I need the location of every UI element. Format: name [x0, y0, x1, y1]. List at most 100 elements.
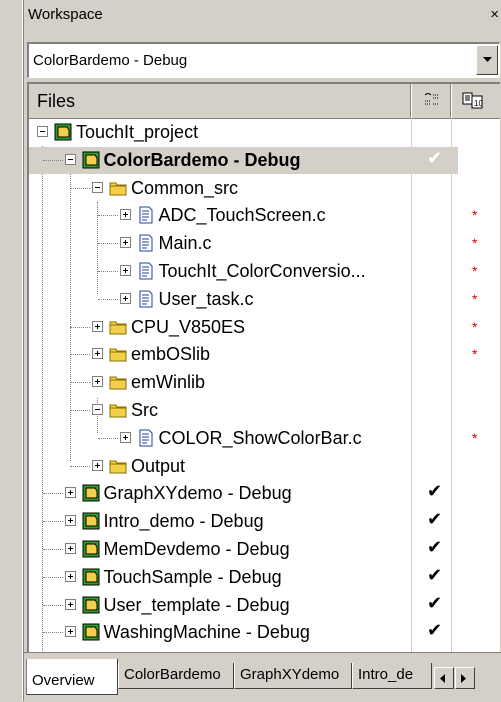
- tree-item[interactable]: ADC_TouchScreen.c *: [29, 202, 500, 229]
- folder-icon: [109, 457, 127, 475]
- tree-item[interactable]: User_task.c *: [29, 286, 500, 313]
- modified-marker: *: [472, 207, 478, 224]
- tree-guide: [42, 632, 63, 634]
- expand-icon[interactable]: [119, 265, 131, 276]
- expand-icon[interactable]: [64, 487, 76, 499]
- tree-item-label: CPU_V850ES: [131, 316, 246, 337]
- tree-item-label: ColorBardemo - Debug: [103, 149, 301, 170]
- configuration-select[interactable]: ColorBardemo - Debug: [27, 42, 500, 78]
- close-icon[interactable]: ×: [490, 6, 499, 23]
- folder-icon: [109, 373, 127, 391]
- collapse-icon[interactable]: [92, 404, 103, 415]
- arrow-right-icon: [461, 674, 466, 683]
- expand-icon[interactable]: [64, 515, 76, 527]
- make-status-column-header[interactable]: [411, 84, 450, 117]
- tab-intro-demo[interactable]: Intro_de: [352, 663, 432, 689]
- tree-item[interactable]: CPU_V850ES *: [29, 314, 500, 341]
- tree-item-label: TouchIt_ColorConversio...: [158, 261, 366, 281]
- folder-icon: [109, 401, 127, 419]
- tree-guide: [42, 521, 63, 523]
- collapse-icon[interactable]: [64, 153, 76, 165]
- tab-scroll-left-button[interactable]: [434, 667, 454, 689]
- tree-item[interactable]: TouchIt_ColorConversio... *: [29, 258, 500, 285]
- tree-guide: [42, 549, 63, 551]
- project-icon: [82, 151, 100, 169]
- tree-item-label: COLOR_ShowColorBar.c: [158, 427, 362, 448]
- tree-item-label: ADC_TouchScreen.c: [158, 205, 326, 226]
- checkmark-icon: ✔: [427, 481, 443, 502]
- expand-icon[interactable]: [64, 543, 76, 554]
- tab-overview[interactable]: Overview: [26, 659, 118, 695]
- tree-item-label: WashingMachine - Debug: [103, 622, 310, 643]
- expand-icon[interactable]: [92, 320, 103, 332]
- project-icon: [82, 540, 100, 558]
- tree-guide: [70, 465, 90, 468]
- collapse-icon[interactable]: [37, 126, 48, 137]
- tree-guide: [42, 159, 63, 162]
- tree-item-label: MemDevdemo - Debug: [103, 539, 290, 559]
- tree-item[interactable]: GraphXYdemo - Debug ✔: [29, 480, 500, 507]
- files-column-header[interactable]: Files: [37, 91, 75, 112]
- tree-item[interactable]: Src: [29, 397, 500, 424]
- tree-guide: [70, 326, 90, 329]
- expand-icon[interactable]: [119, 292, 131, 304]
- file-tree[interactable]: Files 10 TouchIt_project ColorBardemo - …: [27, 82, 500, 652]
- tab-colorbardemo[interactable]: ColorBardemo: [118, 663, 234, 689]
- tree-item-label: Output: [131, 455, 186, 476]
- tree-item-label: User_template - Debug: [103, 594, 290, 615]
- expand-icon[interactable]: [64, 626, 76, 638]
- tree-item[interactable]: User_template - Debug ✔: [29, 592, 500, 619]
- tree-item[interactable]: Output: [29, 453, 500, 480]
- chevron-down-icon: [483, 57, 492, 62]
- options-column-header[interactable]: 10: [451, 84, 500, 117]
- expand-icon[interactable]: [92, 459, 103, 471]
- tree-item[interactable]: MemDevdemo - Debug ✔: [29, 536, 500, 563]
- workspace-window: Workspace × ColorBardemo - Debug Files 1…: [0, 0, 501, 702]
- tree-item-label: GraphXYdemo - Debug: [103, 483, 292, 504]
- checkmark-icon: ✔: [427, 509, 443, 530]
- expand-icon[interactable]: [92, 376, 103, 388]
- left-dock-edge: [0, 0, 24, 701]
- tab-scroll-right-button[interactable]: [455, 667, 475, 689]
- tree-item[interactable]: emWinlib: [29, 369, 500, 396]
- tree-item-label: Intro_demo - Debug: [103, 511, 264, 532]
- make-status-icon: [424, 93, 439, 105]
- tree-item[interactable]: embOSlib *: [29, 341, 500, 368]
- modified-marker: *: [472, 235, 478, 252]
- modified-marker: *: [472, 290, 478, 307]
- folder-icon: [109, 318, 127, 336]
- tree-item[interactable]: Intro_demo - Debug ✔: [29, 508, 500, 535]
- window-title: Workspace: [28, 6, 103, 23]
- expand-icon[interactable]: [64, 570, 76, 582]
- tree-item[interactable]: ColorBardemo - Debug ✔: [29, 146, 500, 174]
- folder-icon: [109, 345, 127, 363]
- file-icon: [137, 206, 155, 224]
- tree-guide: [70, 354, 90, 356]
- collapse-icon[interactable]: [92, 181, 103, 193]
- tree-item[interactable]: TouchIt_project: [29, 119, 500, 146]
- tree-item[interactable]: COLOR_ShowColorBar.c *: [29, 425, 500, 452]
- expand-icon[interactable]: [119, 431, 131, 443]
- tree-item[interactable]: Main.c *: [29, 230, 500, 257]
- expand-icon[interactable]: [64, 598, 76, 610]
- dropdown-button[interactable]: [476, 45, 498, 75]
- file-icon: [137, 290, 155, 308]
- checkmark-icon: ✔: [427, 620, 443, 641]
- tree-item[interactable]: TouchSample - Debug ✔: [29, 564, 500, 591]
- tab-bar: Overview ColorBardemo GraphXYdemo Intro_…: [24, 652, 501, 702]
- title-bar[interactable]: Workspace ×: [24, 0, 501, 32]
- expand-icon[interactable]: [119, 209, 131, 221]
- expand-icon[interactable]: [92, 348, 103, 360]
- workspace-icon: [54, 123, 72, 141]
- project-icon: [82, 596, 100, 614]
- tree-item-label: Common_src: [131, 177, 239, 198]
- tab-graphxydemo[interactable]: GraphXYdemo: [234, 663, 352, 689]
- tree-item[interactable]: WashingMachine - Debug ✔: [29, 619, 500, 646]
- project-icon: [82, 623, 100, 641]
- tree-item[interactable]: Common_src: [29, 175, 500, 202]
- tree-item-label: embOSlib: [131, 344, 211, 365]
- tree-guide: [42, 576, 63, 579]
- tree-guide: [42, 604, 63, 607]
- expand-icon[interactable]: [119, 237, 131, 249]
- tree-item-label: Src: [131, 400, 158, 420]
